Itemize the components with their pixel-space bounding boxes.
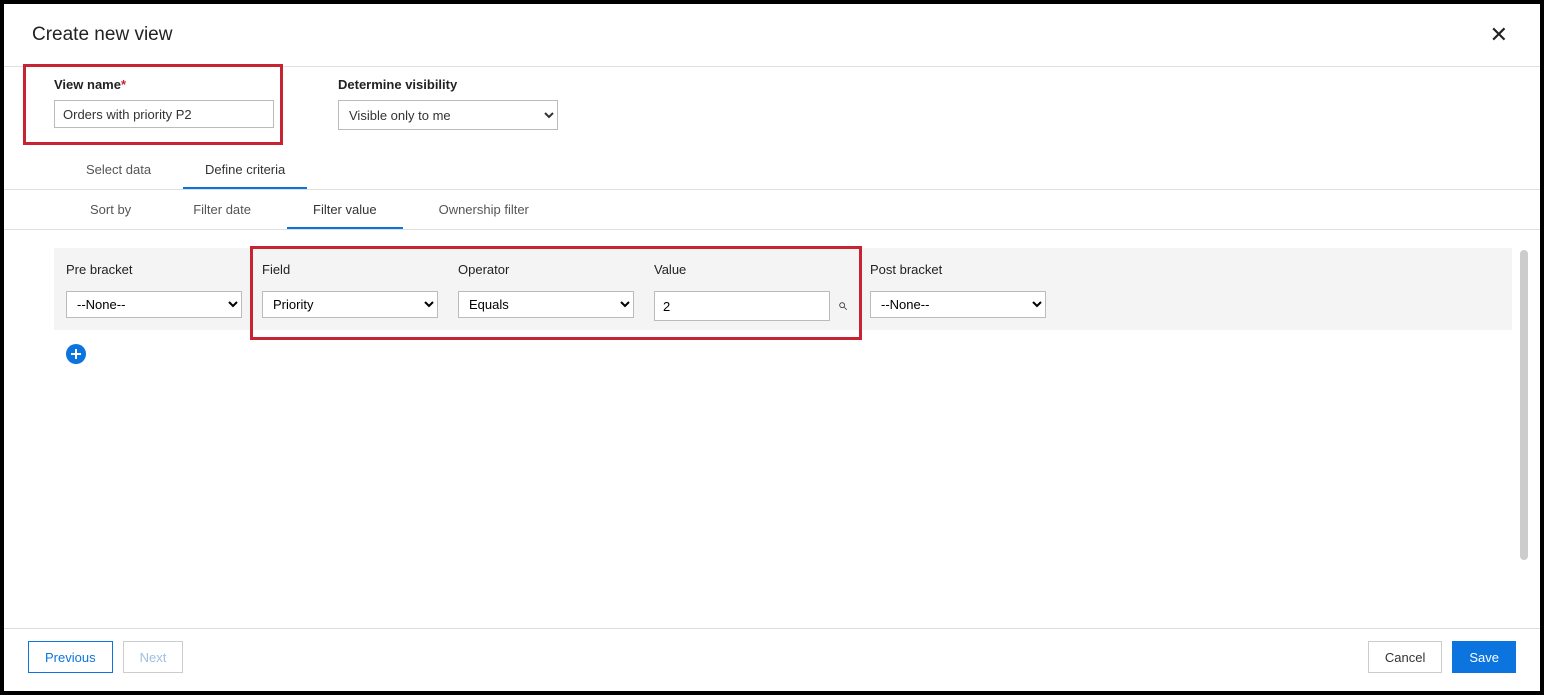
view-name-input[interactable] [54, 100, 274, 128]
field-header: Field [262, 262, 436, 277]
visibility-select[interactable]: Visible only to me [338, 100, 558, 130]
secondary-tabs: Sort by Filter date Filter value Ownersh… [4, 190, 1540, 230]
tab-filter-value[interactable]: Filter value [287, 190, 403, 229]
pre-bracket-select[interactable]: --None-- [66, 291, 242, 318]
criteria-area: Pre bracket --None-- Field Priority Oper… [4, 248, 1540, 330]
visibility-label: Determine visibility [338, 77, 558, 92]
tab-filter-date[interactable]: Filter date [167, 190, 277, 229]
operator-select[interactable]: Equals [458, 291, 634, 318]
tab-select-data[interactable]: Select data [64, 150, 173, 189]
save-button[interactable]: Save [1452, 641, 1516, 673]
pre-bracket-column: Pre bracket --None-- [54, 248, 250, 330]
dialog-footer: Previous Next Cancel Save [4, 628, 1540, 685]
value-header: Value [654, 262, 848, 277]
close-icon[interactable]: ✕ [1486, 20, 1512, 50]
field-select[interactable]: Priority [262, 291, 438, 318]
primary-tabs: Select data Define criteria [4, 150, 1540, 190]
visibility-group: Determine visibility Visible only to me [310, 67, 564, 142]
scrollbar[interactable] [1520, 250, 1528, 560]
cancel-button[interactable]: Cancel [1368, 641, 1442, 673]
add-row-button[interactable] [66, 344, 86, 364]
next-button[interactable]: Next [123, 641, 184, 673]
view-name-group: View name* [26, 67, 280, 142]
tab-ownership-filter[interactable]: Ownership filter [413, 190, 555, 229]
field-column: Field Priority [250, 248, 446, 330]
pre-bracket-header: Pre bracket [66, 262, 240, 277]
operator-header: Operator [458, 262, 632, 277]
criteria-row: Pre bracket --None-- Field Priority Oper… [54, 248, 1512, 330]
value-column: Value [642, 248, 858, 330]
tab-sort-by[interactable]: Sort by [64, 190, 157, 229]
create-view-dialog: Create new view ✕ View name* Determine v… [4, 4, 1540, 691]
post-bracket-header: Post bracket [870, 262, 1044, 277]
value-input[interactable] [654, 291, 830, 321]
row-spacer [1054, 248, 1512, 330]
post-bracket-select[interactable]: --None-- [870, 291, 1046, 318]
dialog-title: Create new view [32, 24, 172, 46]
view-name-label: View name* [54, 77, 274, 92]
post-bracket-column: Post bracket --None-- [858, 248, 1054, 330]
previous-button[interactable]: Previous [28, 641, 113, 673]
plus-icon [70, 348, 82, 360]
dialog-header: Create new view ✕ [4, 4, 1540, 67]
tab-define-criteria[interactable]: Define criteria [183, 150, 307, 189]
search-icon[interactable] [838, 296, 848, 316]
operator-column: Operator Equals [446, 248, 642, 330]
top-fields: View name* Determine visibility Visible … [4, 67, 1540, 142]
